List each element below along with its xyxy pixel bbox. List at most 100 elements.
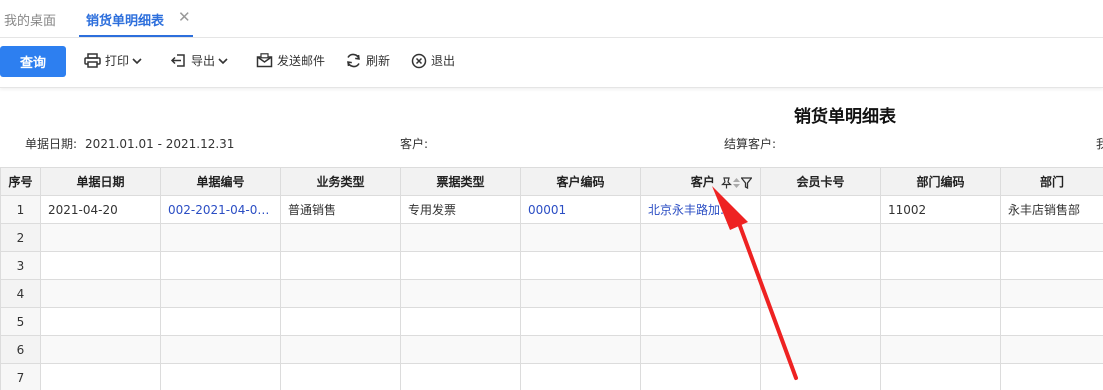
cell-seq: 6 <box>0 335 41 364</box>
cell-empty <box>1000 279 1103 308</box>
table-row[interactable]: 5 <box>0 307 1103 336</box>
cell-dept: 永丰店销售部 <box>1000 195 1103 224</box>
cell-empty <box>160 251 281 280</box>
cell-seq: 4 <box>0 279 41 308</box>
cell-empty <box>280 307 401 336</box>
filter-icon[interactable] <box>741 176 752 189</box>
cell-empty <box>880 251 1001 280</box>
cell-empty <box>40 223 161 252</box>
cell-empty <box>400 279 521 308</box>
exit-label: 退出 <box>431 54 456 68</box>
filter-settle-customer: 结算客户: <box>724 135 776 152</box>
filter-date-value: 2021.01.01 - 2021.12.31 <box>85 137 235 151</box>
cell-empty <box>1000 335 1103 364</box>
col-header-seq[interactable]: 序号 <box>0 167 41 196</box>
send-email-button[interactable]: 发送邮件 <box>256 52 325 69</box>
cell-empty <box>520 335 641 364</box>
cell-empty <box>520 251 641 280</box>
cell-empty <box>520 363 641 390</box>
cell-empty <box>400 335 521 364</box>
cell-empty <box>40 279 161 308</box>
cell-seq: 7 <box>0 363 41 390</box>
cell-empty <box>880 223 1001 252</box>
filter-customer-label: 客户: <box>400 137 429 151</box>
cell-seq: 2 <box>0 223 41 252</box>
col-header-date[interactable]: 单据日期 <box>40 167 161 196</box>
col-header-code[interactable]: 单据编号 <box>160 167 281 196</box>
cell-empty <box>520 223 641 252</box>
cell-code-link[interactable]: 002-2021-04-00… <box>160 195 281 224</box>
printer-icon <box>84 53 101 68</box>
col-header-dept[interactable]: 部门 <box>1000 167 1103 196</box>
cell-biz-type: 普通销售 <box>280 195 401 224</box>
cell-empty <box>880 363 1001 390</box>
cell-empty <box>40 251 161 280</box>
cell-seq: 5 <box>0 307 41 336</box>
cell-empty <box>520 279 641 308</box>
table-row[interactable]: 7 <box>0 363 1103 390</box>
refresh-button[interactable]: 刷新 <box>345 52 390 69</box>
print-button[interactable]: 打印 <box>84 52 146 69</box>
cell-empty <box>760 251 881 280</box>
filter-cut-label: 我 <box>1096 137 1103 151</box>
col-header-customer-code[interactable]: 客户编码 <box>520 167 641 196</box>
chevron-down-icon <box>132 57 142 64</box>
cell-empty <box>1000 251 1103 280</box>
cell-customer-link[interactable]: 北京永丰路加… <box>640 195 761 224</box>
toolbar: 查询 打印 导出 发送邮件 刷新 退出 <box>0 38 1103 88</box>
cell-empty <box>520 307 641 336</box>
cell-empty <box>760 307 881 336</box>
cell-empty <box>640 363 761 390</box>
cell-empty <box>160 307 281 336</box>
close-circle-icon <box>411 53 427 68</box>
cell-empty <box>40 307 161 336</box>
cell-empty <box>760 363 881 390</box>
cell-empty <box>1000 223 1103 252</box>
refresh-icon <box>347 53 360 68</box>
cell-seq: 3 <box>0 251 41 280</box>
cell-empty <box>160 335 281 364</box>
table-row[interactable]: 2 <box>0 223 1103 252</box>
filter-settle-label: 结算客户: <box>724 137 777 151</box>
cell-empty <box>640 335 761 364</box>
cell-empty <box>640 223 761 252</box>
close-tab-icon[interactable]: ✕ <box>178 8 191 26</box>
col-header-member-card[interactable]: 会员卡号 <box>760 167 881 196</box>
table-row[interactable]: 4 <box>0 279 1103 308</box>
query-button[interactable]: 查询 <box>0 46 66 77</box>
pin-icon[interactable] <box>721 176 732 189</box>
cell-empty <box>280 363 401 390</box>
cell-empty <box>280 279 401 308</box>
export-label: 导出 <box>191 54 216 68</box>
active-tab-indicator <box>79 35 193 37</box>
cell-empty <box>40 335 161 364</box>
cell-empty <box>160 363 281 390</box>
cell-empty <box>400 363 521 390</box>
col-header-dept-code[interactable]: 部门编码 <box>880 167 1001 196</box>
cell-customer-code-link[interactable]: 00001 <box>520 195 641 224</box>
table-row[interactable]: 1 2021-04-20 002-2021-04-00… 普通销售 专用发票 0… <box>0 195 1103 224</box>
table-row[interactable]: 3 <box>0 251 1103 280</box>
cell-empty <box>280 335 401 364</box>
send-email-label: 发送邮件 <box>277 54 326 68</box>
cell-member-card <box>760 195 881 224</box>
export-icon <box>170 54 185 67</box>
col-header-customer[interactable]: 客户 <box>640 167 761 196</box>
exit-button[interactable]: 退出 <box>411 52 455 69</box>
cell-empty <box>880 307 1001 336</box>
cell-empty <box>760 223 881 252</box>
cell-empty <box>160 279 281 308</box>
table-row[interactable]: 6 <box>0 335 1103 364</box>
export-button[interactable]: 导出 <box>170 52 232 69</box>
cell-empty <box>640 279 761 308</box>
filter-date: 单据日期: 2021.01.01 - 2021.12.31 <box>25 135 234 152</box>
sort-icon[interactable] <box>732 177 741 189</box>
tab-sales-detail[interactable]: 销货单明细表 <box>86 10 164 29</box>
cell-empty <box>760 279 881 308</box>
tab-my-desktop[interactable]: 我的桌面 <box>4 10 56 29</box>
cell-date: 2021-04-20 <box>40 195 161 224</box>
col-header-bill-type[interactable]: 票据类型 <box>400 167 521 196</box>
col-header-biz-type[interactable]: 业务类型 <box>280 167 401 196</box>
table-header-row: 序号 单据日期 单据编号 业务类型 票据类型 客户编码 客户 会员卡号 部门编码… <box>0 167 1103 196</box>
cell-empty <box>40 363 161 390</box>
